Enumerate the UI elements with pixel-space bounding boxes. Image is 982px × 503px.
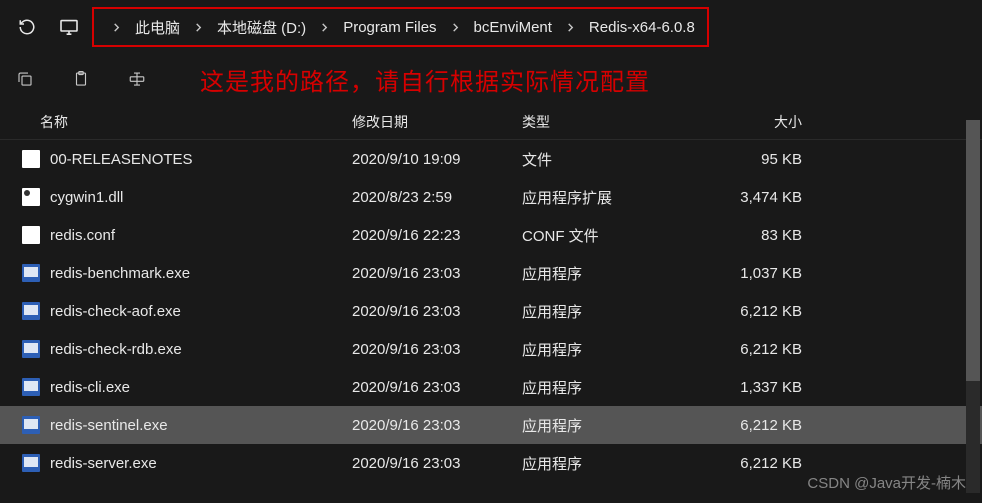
exe-file-icon: [22, 454, 50, 472]
exe-file-icon: [22, 378, 50, 396]
file-date: 2020/9/16 23:03: [352, 379, 522, 396]
file-type: 应用程序扩展: [522, 187, 692, 208]
file-date: 2020/8/23 2:59: [352, 189, 522, 206]
doc-file-icon: [22, 150, 50, 168]
annotation-text: 这是我的路径，请自行根据实际情况配置: [200, 62, 650, 97]
table-header: 名称 修改日期 类型 大小: [0, 104, 982, 140]
breadcrumb-item[interactable]: Redis-x64-6.0.8: [589, 19, 695, 36]
table-row[interactable]: redis-check-rdb.exe2020/9/16 23:03应用程序6,…: [0, 330, 982, 368]
toolbar: 这是我的路径，请自行根据实际情况配置: [0, 54, 982, 104]
file-type: 应用程序: [522, 415, 692, 436]
column-header-type[interactable]: 类型: [522, 112, 692, 132]
column-header-name[interactable]: 名称: [40, 112, 352, 132]
file-date: 2020/9/10 19:09: [352, 151, 522, 168]
rename-icon[interactable]: [126, 68, 148, 90]
chevron-right-icon[interactable]: [98, 20, 135, 35]
breadcrumb-item[interactable]: 此电脑: [135, 17, 180, 38]
file-size: 6,212 KB: [692, 455, 802, 472]
file-date: 2020/9/16 23:03: [352, 265, 522, 282]
column-header-date[interactable]: 修改日期: [352, 112, 522, 132]
table-row[interactable]: redis-sentinel.exe2020/9/16 23:03应用程序6,2…: [0, 406, 982, 444]
table-row[interactable]: cygwin1.dll2020/8/23 2:59应用程序扩展3,474 KB: [0, 178, 982, 216]
file-name: redis-check-aof.exe: [50, 303, 352, 320]
address-bar: 此电脑 本地磁盘 (D:) Program Files bcEnviMent R…: [0, 0, 982, 54]
file-name: 00-RELEASENOTES: [50, 151, 352, 168]
file-size: 6,212 KB: [692, 341, 802, 358]
conf-file-icon: [22, 226, 50, 244]
file-name: cygwin1.dll: [50, 189, 352, 206]
dll-file-icon: [22, 188, 50, 206]
exe-file-icon: [22, 416, 50, 434]
table-row[interactable]: redis-cli.exe2020/9/16 23:03应用程序1,337 KB: [0, 368, 982, 406]
file-name: redis-sentinel.exe: [50, 417, 352, 434]
file-type: 文件: [522, 149, 692, 170]
file-date: 2020/9/16 23:03: [352, 303, 522, 320]
table-row[interactable]: redis-benchmark.exe2020/9/16 23:03应用程序1,…: [0, 254, 982, 292]
monitor-icon[interactable]: [52, 10, 86, 44]
file-size: 3,474 KB: [692, 189, 802, 206]
file-name: redis-server.exe: [50, 455, 352, 472]
file-size: 83 KB: [692, 227, 802, 244]
exe-file-icon: [22, 340, 50, 358]
file-type: 应用程序: [522, 339, 692, 360]
file-name: redis.conf: [50, 227, 352, 244]
copy-icon[interactable]: [14, 68, 36, 90]
exe-file-icon: [22, 302, 50, 320]
chevron-right-icon[interactable]: [552, 20, 589, 35]
scrollbar-thumb[interactable]: [966, 120, 980, 381]
exe-file-icon: [22, 264, 50, 282]
file-type: 应用程序: [522, 453, 692, 474]
breadcrumb-item[interactable]: 本地磁盘 (D:): [217, 17, 306, 38]
chevron-right-icon[interactable]: [306, 20, 343, 35]
file-type: CONF 文件: [522, 225, 692, 246]
file-size: 6,212 KB: [692, 417, 802, 434]
file-table: 名称 修改日期 类型 大小 00-RELEASENOTES2020/9/10 1…: [0, 104, 982, 482]
chevron-right-icon[interactable]: [180, 20, 217, 35]
refresh-button[interactable]: [10, 10, 44, 44]
file-name: redis-benchmark.exe: [50, 265, 352, 282]
file-type: 应用程序: [522, 377, 692, 398]
file-name: redis-check-rdb.exe: [50, 341, 352, 358]
table-row[interactable]: 00-RELEASENOTES2020/9/10 19:09文件95 KB: [0, 140, 982, 178]
vertical-scrollbar[interactable]: [966, 120, 980, 493]
file-size: 1,337 KB: [692, 379, 802, 396]
file-type: 应用程序: [522, 301, 692, 322]
table-row[interactable]: redis-check-aof.exe2020/9/16 23:03应用程序6,…: [0, 292, 982, 330]
chevron-right-icon[interactable]: [437, 20, 474, 35]
file-date: 2020/9/16 23:03: [352, 455, 522, 472]
watermark: CSDN @Java开发-楠木: [807, 472, 966, 493]
breadcrumb-item[interactable]: Program Files: [343, 19, 436, 36]
file-name: redis-cli.exe: [50, 379, 352, 396]
table-row[interactable]: redis.conf2020/9/16 22:23CONF 文件83 KB: [0, 216, 982, 254]
file-date: 2020/9/16 22:23: [352, 227, 522, 244]
file-size: 6,212 KB: [692, 303, 802, 320]
file-date: 2020/9/16 23:03: [352, 341, 522, 358]
file-size: 95 KB: [692, 151, 802, 168]
file-type: 应用程序: [522, 263, 692, 284]
breadcrumb: 此电脑 本地磁盘 (D:) Program Files bcEnviMent R…: [92, 7, 709, 47]
file-size: 1,037 KB: [692, 265, 802, 282]
file-date: 2020/9/16 23:03: [352, 417, 522, 434]
column-header-size[interactable]: 大小: [692, 112, 802, 132]
paste-icon[interactable]: [70, 68, 92, 90]
breadcrumb-item[interactable]: bcEnviMent: [474, 19, 552, 36]
